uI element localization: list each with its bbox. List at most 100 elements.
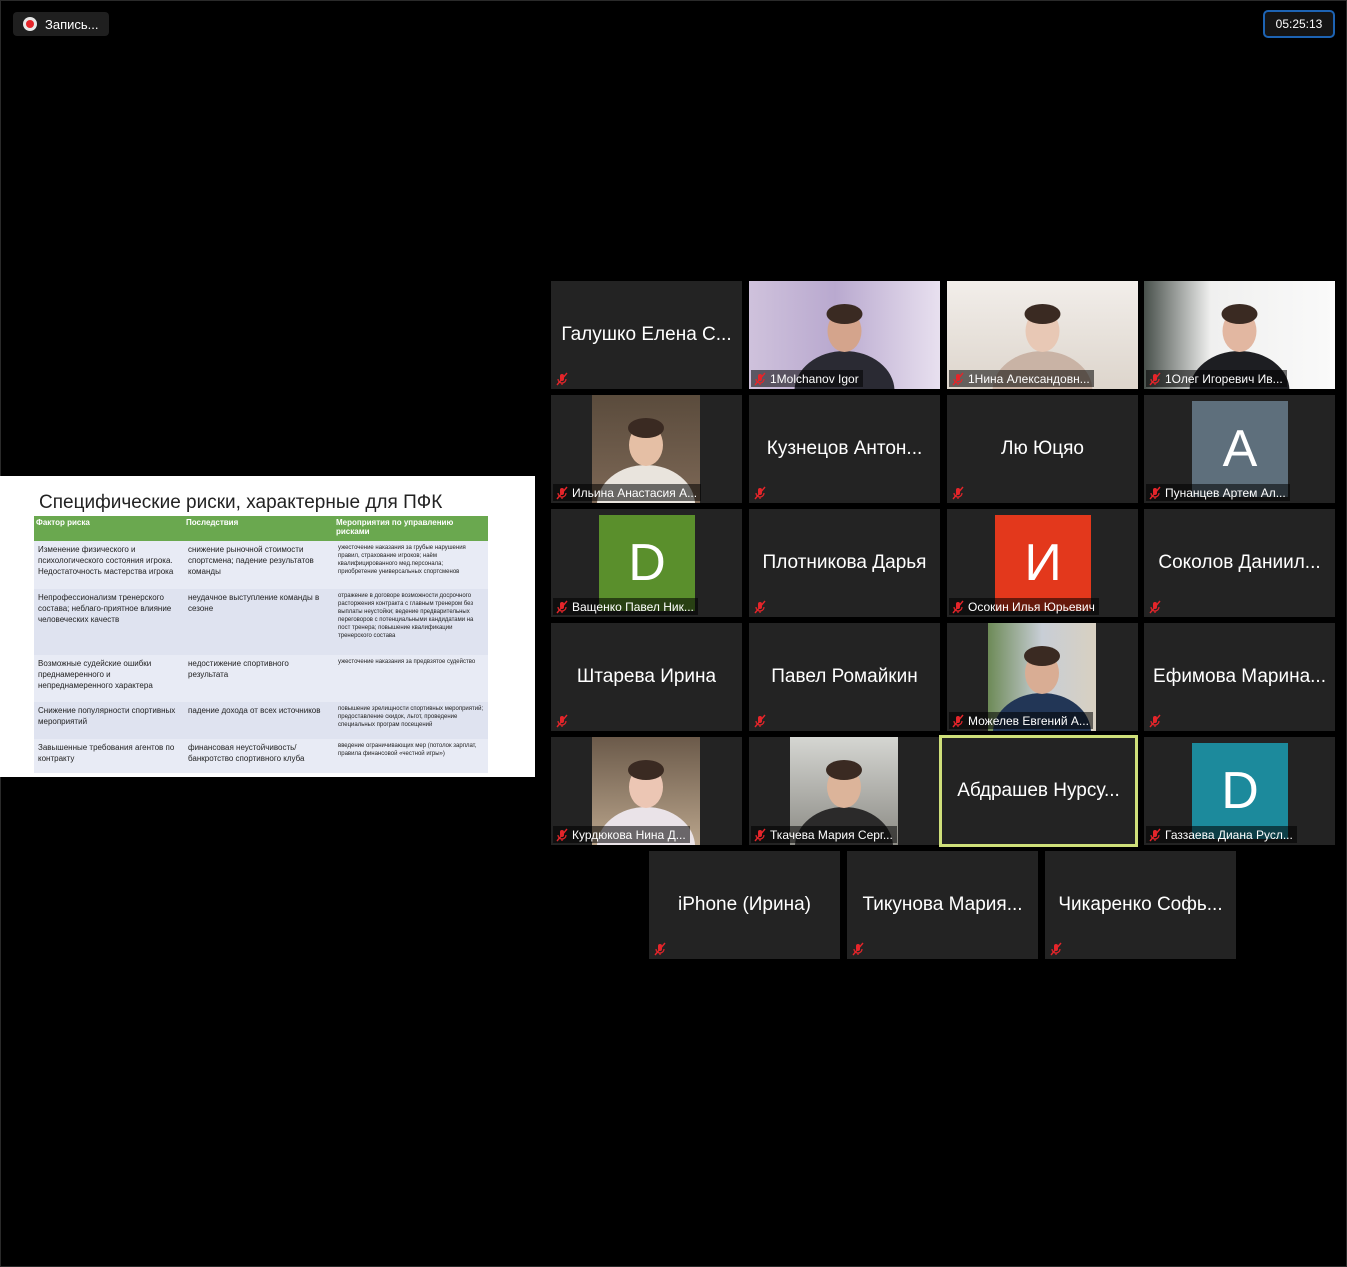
participant-caption: Ильина Анастасия А... [553, 484, 702, 501]
participant-name: iPhone (Ирина) [649, 851, 840, 959]
participant-caption-text: Курдюкова Нина Д... [572, 827, 686, 842]
table-row: Возможные судейские ошибки преднамеренно… [34, 654, 488, 703]
table-row: Снижение популярности спортивных меропри… [34, 702, 488, 739]
table-cell: Изменение физического и психологического… [34, 541, 184, 589]
participant-caption [949, 484, 969, 501]
participant-caption [553, 370, 573, 387]
participant-tile[interactable]: Абдрашев Нурсу... [939, 735, 1138, 847]
participant-name: Кузнецов Антон... [749, 395, 940, 503]
participant-caption: 1Олег Игоревич Ив... [1146, 370, 1287, 387]
table-cell: ужесточение наказания за предвзятое суде… [334, 654, 488, 703]
slide-title: Специфические риски, характерные для ПФК [39, 492, 443, 513]
participant-caption: 1Molchanov Igor [751, 370, 863, 387]
participant-tile[interactable]: Галушко Елена С... [551, 281, 742, 389]
participant-tile[interactable]: Ильина Анастасия А... [551, 395, 742, 503]
participant-caption [553, 712, 573, 729]
mic-muted-icon [1050, 942, 1062, 955]
avatar: И [995, 515, 1091, 611]
participant-tile[interactable]: Лю Юцяо [947, 395, 1138, 503]
table-header: Последствия [184, 516, 334, 541]
participant-name-text: Галушко Елена С... [561, 324, 732, 345]
participant-caption [751, 484, 771, 501]
participant-name-text: Павел Ромайкин [771, 666, 918, 687]
mic-muted-icon [556, 372, 568, 385]
mic-muted-icon [754, 486, 766, 499]
participant-caption: 1Нина Александовн... [949, 370, 1094, 387]
participant-name: Лю Юцяо [947, 395, 1138, 503]
participant-tile[interactable]: И Осокин Илья Юрьевич [947, 509, 1138, 617]
participant-tile[interactable]: Курдюкова Нина Д... [551, 737, 742, 845]
participant-caption [1146, 598, 1166, 615]
table-row: Изменение физического и психологического… [34, 541, 488, 589]
participant-name-text: Ефимова Марина... [1153, 666, 1326, 687]
participant-name: Павел Ромайкин [749, 623, 940, 731]
participant-name-text: Лю Юцяо [1001, 438, 1084, 459]
participant-tile[interactable]: 1Нина Александовн... [947, 281, 1138, 389]
participant-name-text: Штарева Ирина [576, 666, 717, 687]
participant-caption-text: Ильина Анастасия А... [572, 485, 698, 500]
participant-tile[interactable]: Можелев Евгений А... [947, 623, 1138, 731]
participant-caption: Осокин Илья Юрьевич [949, 598, 1099, 615]
participant-caption [1047, 940, 1067, 957]
mic-muted-icon [1149, 828, 1161, 841]
participant-caption [1146, 712, 1166, 729]
mic-muted-icon [556, 486, 568, 499]
participant-caption-text: 1Нина Александовн... [968, 371, 1090, 386]
participant-tile[interactable]: 1Олег Игоревич Ив... [1144, 281, 1335, 389]
participant-caption: Курдюкова Нина Д... [553, 826, 690, 843]
participant-caption-text: Осокин Илья Юрьевич [968, 599, 1095, 614]
table-row: Непрофессионализм тренерского состава; н… [34, 588, 488, 655]
participant-caption [751, 598, 771, 615]
table-cell: финансовая неустойчивость/ банкротство с… [184, 738, 334, 773]
participant-name: Галушко Елена С... [551, 281, 742, 389]
participant-name: Плотникова Дарья [749, 509, 940, 617]
participant-name-text: Чикаренко Софь... [1058, 894, 1223, 915]
participant-tile[interactable]: A Пунанцев Артем Ал... [1144, 395, 1335, 503]
participant-tile[interactable]: Кузнецов Антон... [749, 395, 940, 503]
participant-caption-text: Ващенко Павел Ник... [572, 599, 694, 614]
participant-tile[interactable]: Штарева Ирина [551, 623, 742, 731]
participant-caption: Газзаева Диана Русл... [1146, 826, 1297, 843]
table-cell: Возможные судейские ошибки преднамеренно… [34, 654, 184, 703]
mic-muted-icon [952, 486, 964, 499]
participant-name: Ефимова Марина... [1144, 623, 1335, 731]
participant-name-text: Плотникова Дарья [762, 552, 927, 573]
participant-tile[interactable]: 1Molchanov Igor [749, 281, 940, 389]
participant-caption [751, 712, 771, 729]
participant-tile[interactable]: iPhone (Ирина) [649, 851, 840, 959]
table-cell: неудачное выступление команды в сезоне [184, 588, 334, 655]
participant-tile[interactable]: Ткачева Мария Серг... [749, 737, 940, 845]
participant-name: Соколов Даниил... [1144, 509, 1335, 617]
participant-caption-text: Ткачева Мария Серг... [770, 827, 893, 842]
participant-tile[interactable]: Соколов Даниил... [1144, 509, 1335, 617]
participant-tile[interactable]: D Газзаева Диана Русл... [1144, 737, 1335, 845]
participant-tile[interactable]: Ефимова Марина... [1144, 623, 1335, 731]
meeting-timer: 05:25:13 [1263, 10, 1335, 38]
mic-muted-icon [754, 600, 766, 613]
participant-name: Чикаренко Софь... [1045, 851, 1236, 959]
mic-muted-icon [952, 714, 964, 727]
mic-muted-icon [1149, 714, 1161, 727]
participant-name-text: Абдрашев Нурсу... [957, 780, 1120, 801]
table-row: Завышенные требования агентов по контрак… [34, 738, 488, 773]
mic-muted-icon [1149, 486, 1161, 499]
mic-muted-icon [556, 828, 568, 841]
participant-caption-text: Пунанцев Артем Ал... [1165, 485, 1286, 500]
table-cell: ужесточение наказания за грубые нарушени… [334, 541, 488, 589]
mic-muted-icon [754, 372, 766, 385]
risk-table: Фактор риска Последствия Мероприятия по … [34, 516, 488, 773]
mic-muted-icon [754, 828, 766, 841]
recording-label: Запись... [45, 16, 99, 32]
participant-tile[interactable]: Плотникова Дарья [749, 509, 940, 617]
recording-indicator[interactable]: Запись... [13, 12, 109, 36]
participant-tile[interactable]: Тикунова Мария... [847, 851, 1038, 959]
participant-name: Абдрашев Нурсу... [942, 738, 1135, 844]
participant-tile[interactable]: Павел Ромайкин [749, 623, 940, 731]
participant-tile[interactable]: Чикаренко Софь... [1045, 851, 1236, 959]
mic-muted-icon [1149, 600, 1161, 613]
participant-tile[interactable]: D Ващенко Павел Ник... [551, 509, 742, 617]
table-header: Фактор риска [34, 516, 184, 541]
shared-screen: Специфические риски, характерные для ПФК… [0, 476, 535, 777]
participant-caption: Пунанцев Артем Ал... [1146, 484, 1290, 501]
table-cell: повышение зрелищности спортивных меропри… [334, 702, 488, 739]
